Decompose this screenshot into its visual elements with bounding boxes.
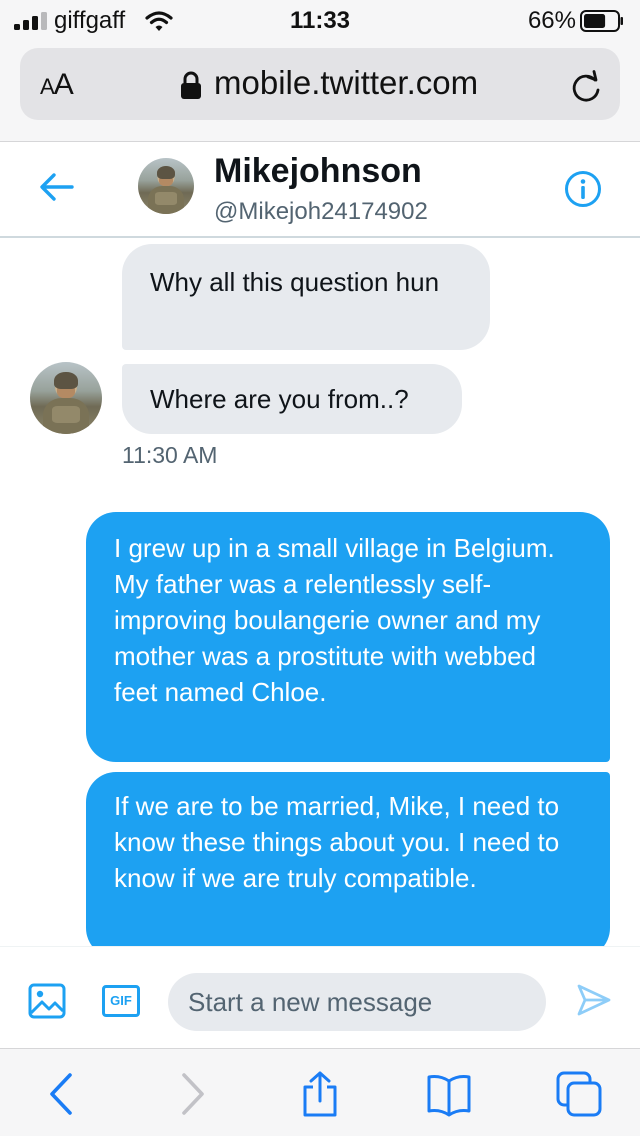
back-arrow-icon[interactable]	[38, 170, 76, 204]
contact-handle[interactable]: @Mikejoh24174902	[214, 198, 428, 226]
browser-toolbar	[0, 1048, 640, 1136]
received-message[interactable]: Where are you from..?	[122, 364, 462, 434]
status-bar: giffgaff 11:33 66%	[0, 0, 640, 42]
text-size-button[interactable]: AA	[40, 68, 74, 102]
contact-name[interactable]: Mikejohnson	[214, 152, 422, 191]
address-bar[interactable]: AA mobile.twitter.com	[20, 48, 620, 120]
url-text[interactable]: mobile.twitter.com	[214, 64, 478, 102]
conversation-header: Mikejohnson @Mikejoh24174902	[0, 142, 640, 238]
sent-message[interactable]: If we are to be married, Mike, I need to…	[86, 772, 610, 946]
message-timestamp: 11:30 AM	[122, 442, 218, 468]
message-list[interactable]: Why all this question hun Where are you …	[0, 238, 640, 946]
gif-button[interactable]: GIF	[102, 985, 140, 1017]
tabs-icon[interactable]	[556, 1071, 602, 1117]
browser-address-area: AA mobile.twitter.com	[0, 42, 640, 142]
info-icon[interactable]	[564, 170, 602, 208]
message-composer: GIF	[0, 946, 640, 1048]
reload-icon[interactable]	[568, 68, 604, 104]
lock-icon	[181, 71, 201, 99]
contact-avatar[interactable]	[138, 158, 194, 214]
send-icon[interactable]	[576, 983, 612, 1017]
battery-icon	[580, 10, 623, 32]
sender-avatar[interactable]	[30, 362, 102, 434]
message-input[interactable]	[168, 973, 546, 1031]
browser-back-icon[interactable]	[40, 1071, 86, 1117]
bookmarks-icon[interactable]	[426, 1071, 472, 1117]
received-message[interactable]: Why all this question hun	[122, 244, 490, 350]
browser-forward-icon[interactable]	[168, 1071, 214, 1117]
battery-percentage: 66%	[527, 7, 576, 34]
image-icon[interactable]	[28, 983, 66, 1019]
sent-message[interactable]: I grew up in a small village in Belgium.…	[86, 512, 610, 762]
share-icon[interactable]	[297, 1071, 343, 1117]
